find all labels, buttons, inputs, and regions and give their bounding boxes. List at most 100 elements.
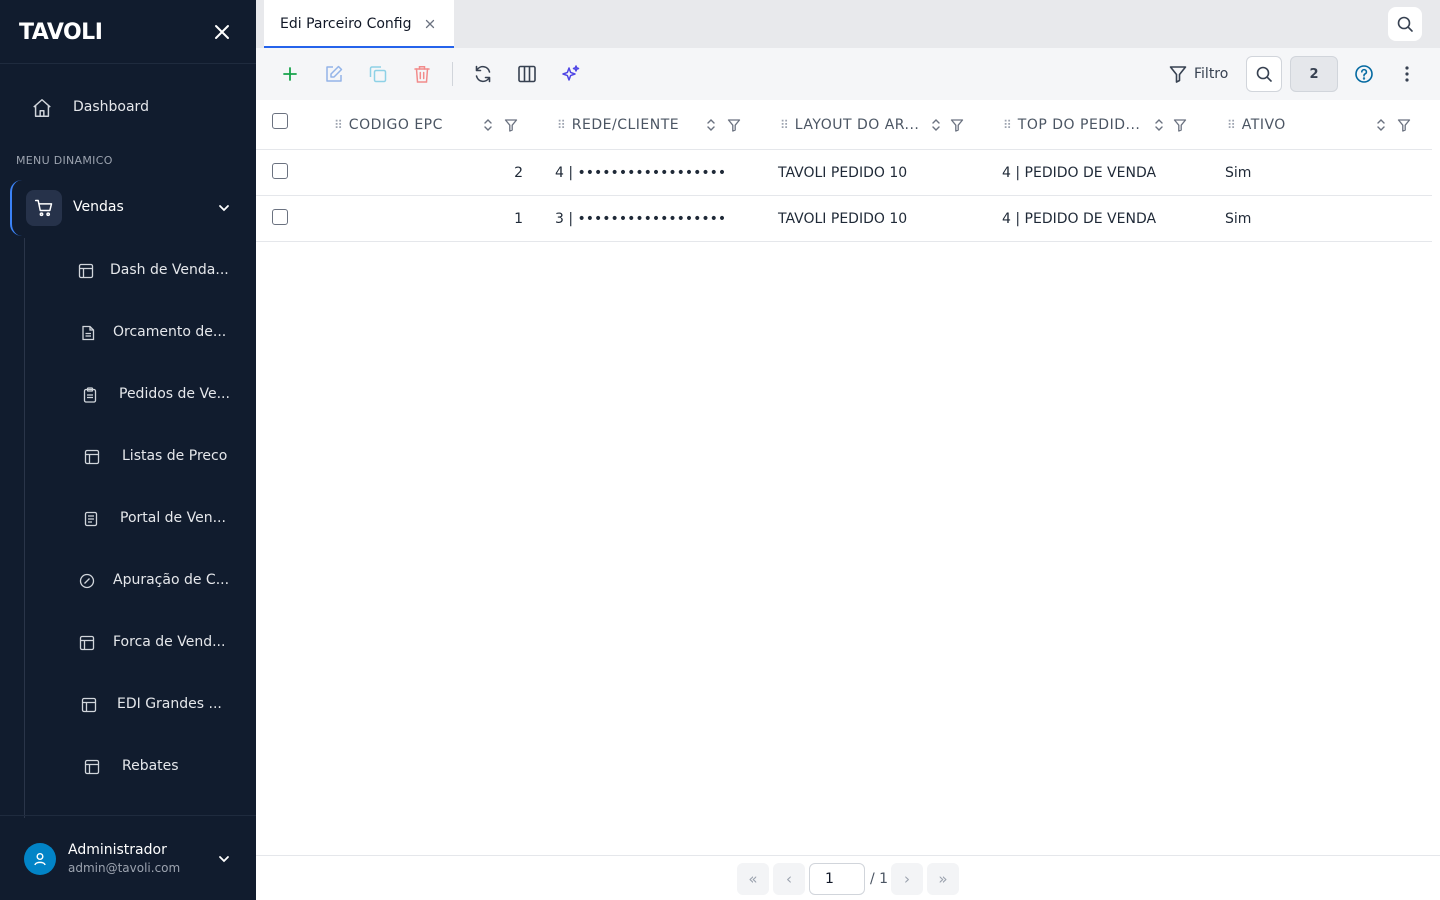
close-icon: [215, 25, 229, 39]
table-row[interactable]: 1 3 | •••••••••••••••••• TAVOLI PEDIDO 1…: [256, 196, 1432, 242]
duplicate-button[interactable]: [366, 62, 390, 86]
first-page-button[interactable]: «: [737, 863, 769, 895]
user-name: Administrador: [68, 842, 167, 858]
sidebar-item-label: Orcamento de...: [113, 324, 227, 340]
drag-handle-icon[interactable]: ⠿: [334, 118, 343, 132]
tab-edi-parceiro-config[interactable]: Edi Parceiro Config: [264, 0, 454, 48]
submenu-guide-line: [24, 238, 25, 818]
cell-rede-cliente: 4 | ••••••••••••••••••: [555, 165, 727, 181]
sparkles-icon: [562, 65, 580, 81]
more-vertical-icon: [1405, 66, 1409, 82]
global-search-button[interactable]: [1388, 7, 1422, 41]
sidebar-item-edi-grandes[interactable]: EDI Grandes ...: [28, 676, 256, 732]
sidebar-item-label: Dash de Venda...: [110, 262, 229, 278]
column-header-label: LAYOUT DO AR...: [794, 117, 920, 133]
row-checkbox[interactable]: [272, 209, 288, 225]
edit-icon: [326, 65, 343, 82]
column-filter-icon[interactable]: [727, 118, 741, 132]
help-button[interactable]: [1352, 62, 1376, 86]
column-header-top-pedido[interactable]: ⠿ TOP DO PEDID...: [1003, 100, 1140, 150]
sidebar-header: TAVOLI: [0, 0, 256, 64]
sidebar-item-apuracao[interactable]: Apuração de C...: [28, 552, 256, 608]
drag-handle-icon[interactable]: ⠿: [557, 118, 566, 132]
cell-ativo: Sim: [1225, 211, 1252, 227]
more-options-button[interactable]: [1395, 62, 1419, 86]
drag-handle-icon[interactable]: ⠿: [1003, 118, 1012, 132]
sidebar-item-label: Portal de Ven...: [120, 510, 226, 526]
file-text-icon: [82, 325, 95, 341]
logo: TAVOLI: [19, 20, 103, 45]
user-menu[interactable]: Administrador admin@tavoli.com: [0, 815, 256, 900]
layout-icon: [81, 697, 97, 713]
sidebar-item-dash-vendas[interactable]: Dash de Venda...: [28, 242, 256, 298]
column-header-layout-arquivo[interactable]: ⠿ LAYOUT DO AR...: [780, 100, 919, 150]
drag-handle-icon[interactable]: ⠿: [1227, 118, 1236, 132]
sort-icon[interactable]: [482, 118, 494, 132]
shopping-cart-icon: [34, 199, 53, 217]
user-email: admin@tavoli.com: [68, 861, 181, 875]
ai-assist-button[interactable]: [559, 62, 583, 86]
close-sidebar-button[interactable]: [210, 20, 234, 44]
filter-button[interactable]: Filtro: [1168, 62, 1228, 86]
table-search-button[interactable]: [1246, 56, 1282, 92]
sort-icon[interactable]: [930, 118, 942, 132]
sort-icon[interactable]: [1153, 118, 1165, 132]
next-page-button[interactable]: ›: [891, 863, 923, 895]
sidebar-item-listas-preco[interactable]: Listas de Preco: [28, 428, 256, 484]
sidebar-item-forca-vendas[interactable]: Forca de Vend...: [28, 614, 256, 670]
add-button[interactable]: [278, 62, 302, 86]
layout-icon: [79, 635, 95, 651]
column-header-label: TOP DO PEDID...: [1017, 117, 1141, 133]
column-header-rede-cliente[interactable]: ⠿ REDE/CLIENTE: [557, 100, 679, 150]
sort-icon[interactable]: [705, 118, 717, 132]
column-header-codigo-epc[interactable]: ⠿ CODIGO EPC: [334, 100, 443, 150]
avatar: [24, 843, 56, 875]
cart-icon-box: [26, 190, 62, 226]
row-checkbox[interactable]: [272, 163, 288, 179]
edit-button[interactable]: [322, 62, 346, 86]
sidebar-item-orcamento[interactable]: Orcamento de...: [28, 304, 256, 360]
menu-section-title: MENU DINAMICO: [16, 154, 113, 167]
plus-icon: [283, 67, 297, 81]
close-tab-icon[interactable]: [424, 18, 436, 30]
help-circle-icon: [1355, 65, 1373, 83]
column-filter-icon[interactable]: [504, 118, 518, 132]
cell-codigo-epc: 1: [514, 211, 523, 227]
sidebar-item-pedidos[interactable]: Pedidos de Ve...: [28, 366, 256, 422]
columns-button[interactable]: [515, 62, 539, 86]
sidebar-item-rebates[interactable]: Rebates: [28, 738, 256, 794]
sidebar-item-label: Rebates: [122, 758, 179, 774]
refresh-button[interactable]: [471, 62, 495, 86]
sidebar-group-vendas[interactable]: Vendas: [10, 180, 246, 236]
home-icon: [33, 99, 51, 117]
prev-page-button[interactable]: ‹: [773, 863, 805, 895]
delete-button[interactable]: [410, 62, 434, 86]
layout-icon: [84, 449, 100, 465]
table-row[interactable]: 2 4 | •••••••••••••••••• TAVOLI PEDIDO 1…: [256, 150, 1432, 196]
record-count-badge[interactable]: 2: [1290, 56, 1338, 92]
sidebar-item-dashboard[interactable]: Dashboard: [0, 84, 256, 132]
column-filter-icon[interactable]: [950, 118, 964, 132]
cell-top-pedido: 4 | PEDIDO DE VENDA: [1002, 211, 1157, 227]
last-page-button[interactable]: »: [927, 863, 959, 895]
toolbar-separator: [452, 62, 453, 86]
column-header-ativo[interactable]: ⠿ ATIVO: [1227, 100, 1286, 150]
column-filter-icon[interactable]: [1173, 118, 1187, 132]
search-icon: [1256, 66, 1272, 82]
column-filter-icon[interactable]: [1397, 118, 1411, 132]
select-all-checkbox[interactable]: [272, 113, 288, 129]
filter-label: Filtro: [1194, 66, 1229, 82]
sidebar-item-label: EDI Grandes ...: [117, 696, 222, 712]
page-number-input[interactable]: [809, 863, 865, 895]
trash-icon: [414, 66, 430, 83]
chevron-down-icon: [219, 205, 229, 212]
cell-ativo: Sim: [1225, 165, 1252, 181]
data-grid: ⠿ CODIGO EPC ⠿ REDE/CLIENTE ⠿ LAYOUT DO …: [256, 100, 1432, 242]
sidebar-item-portal-vendas[interactable]: Portal de Ven...: [28, 490, 256, 546]
cell-codigo-epc: 2: [514, 165, 523, 181]
layout-icon: [84, 759, 100, 775]
cell-layout-arquivo: TAVOLI PEDIDO 10: [778, 211, 908, 227]
drag-handle-icon[interactable]: ⠿: [780, 118, 789, 132]
sort-icon[interactable]: [1375, 118, 1387, 132]
search-icon: [1397, 16, 1413, 32]
